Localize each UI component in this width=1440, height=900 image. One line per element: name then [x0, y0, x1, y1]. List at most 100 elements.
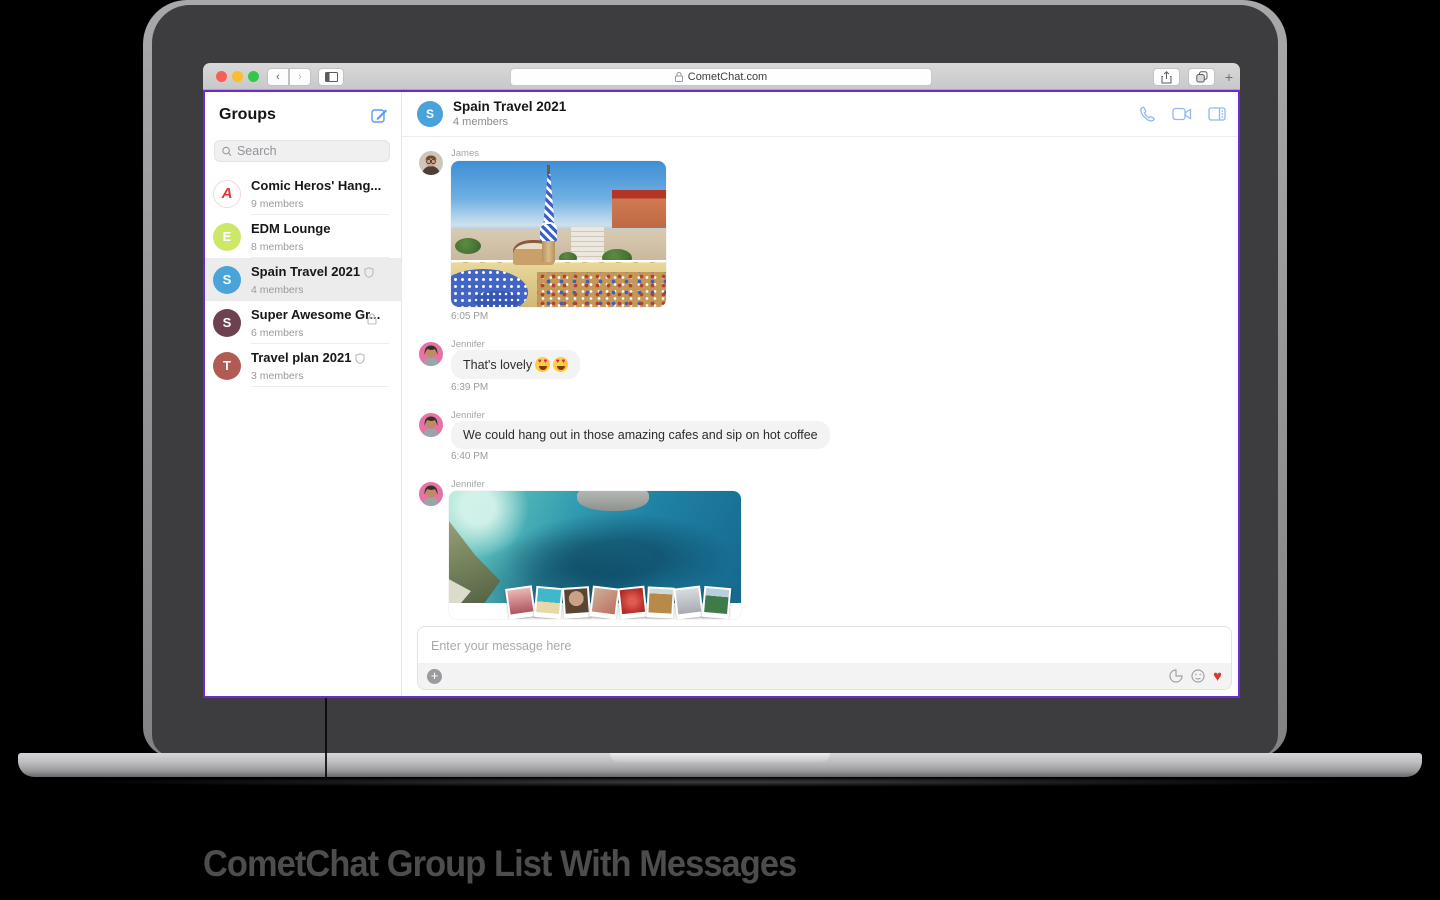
message-list: James 6:05 PM Jennifer That's lovely♥ ♥♥… [402, 137, 1238, 696]
close-window-button[interactable] [216, 71, 227, 82]
group-item-spain-travel[interactable]: S Spain Travel 2021 4 members [205, 258, 401, 301]
avatar-photo [422, 155, 440, 175]
new-tab-button[interactable]: + [1220, 68, 1238, 86]
voice-call-button[interactable] [1139, 106, 1156, 123]
chat-avatar: S [417, 101, 443, 127]
group-members: 3 members [251, 369, 304, 382]
message-input[interactable] [418, 627, 1231, 665]
create-group-button[interactable] [371, 107, 388, 124]
message-image-sea-collage[interactable] [449, 491, 741, 619]
heart-eyes-emoji [535, 357, 551, 372]
address-bar[interactable]: CometChat.com [510, 68, 932, 86]
sidebar-icon [324, 72, 338, 82]
message-composer: + [417, 626, 1232, 690]
smiley-icon [1191, 669, 1205, 683]
back-button[interactable]: ‹ [267, 68, 289, 86]
page-caption: CometChat Group List With Messages [203, 843, 797, 884]
private-lock-icon [367, 313, 377, 325]
chat-title: Spain Travel 2021 [453, 99, 567, 115]
password-shield-icon [355, 352, 366, 364]
phone-icon [1140, 106, 1155, 122]
avatar: E [213, 222, 241, 251]
polaroid-photo [646, 586, 675, 619]
groups-title: Groups [219, 106, 276, 123]
group-members: 9 members [251, 197, 304, 210]
search-icon [222, 146, 232, 156]
divider [251, 386, 389, 387]
group-item-travel-plan[interactable]: T Travel plan 2021 3 members [205, 344, 401, 387]
message-image-barcelona[interactable] [451, 161, 666, 307]
group-members: 4 members [251, 283, 304, 296]
polaroid-photo [533, 585, 564, 619]
avatar: S [213, 265, 241, 294]
avatar-photo [423, 485, 439, 506]
message-sender: Jennifer [451, 410, 485, 421]
message-bubble[interactable]: That's lovely [451, 350, 581, 379]
attach-button[interactable]: + [427, 668, 442, 684]
user-avatar-jennifer [419, 482, 443, 506]
compose-icon [371, 108, 387, 123]
group-name: Comic Heros' Hang... [251, 177, 382, 193]
avatar: T [213, 351, 241, 380]
mockup-artifact-line [325, 697, 327, 780]
group-name: Spain Travel 2021 [251, 263, 361, 279]
group-members: 8 members [251, 240, 304, 253]
sidebar-toggle-button[interactable] [318, 68, 344, 86]
polaroid-photo [504, 585, 537, 619]
video-camera-icon [1172, 107, 1192, 121]
chat-header: S Spain Travel 2021 4 members [402, 92, 1238, 137]
group-members: 6 members [251, 326, 304, 339]
tab-overview-button[interactable] [1188, 68, 1215, 86]
message-sender: Jennifer [451, 479, 485, 490]
polaroid-strip [504, 585, 732, 619]
message-sender: Jennifer [451, 339, 485, 350]
detail-panel-icon [1208, 107, 1226, 121]
message-bubble[interactable]: We could hang out in those amazing cafes… [451, 421, 830, 449]
lock-icon [674, 72, 683, 82]
message-time: 6:05 PM [451, 311, 489, 322]
browser-window: ‹ › CometChat.com + Groups Search A Comi… [203, 63, 1240, 698]
share-button[interactable] [1153, 68, 1180, 86]
polaroid-photo [673, 585, 704, 619]
like-heart-button[interactable]: ♥ [1213, 669, 1222, 684]
polaroid-photo [617, 585, 648, 619]
sticker-button[interactable] [1169, 669, 1183, 683]
video-call-button[interactable] [1172, 107, 1192, 121]
laptop-shadow [60, 777, 1380, 787]
group-name: Travel plan 2021 [251, 349, 352, 365]
user-avatar-jennifer [419, 342, 443, 366]
group-item-super-awesome[interactable]: S Super Awesome Gr... 6 members [205, 301, 401, 344]
user-avatar-james [419, 151, 443, 175]
avatar-photo [423, 416, 439, 437]
polaroid-photo [561, 586, 592, 619]
forward-button[interactable]: › [289, 68, 311, 86]
detail-panel-button[interactable] [1208, 107, 1226, 121]
group-name: Super Awesome Gr... [251, 306, 381, 322]
minimize-window-button[interactable] [232, 71, 243, 82]
password-shield-icon [364, 266, 374, 278]
group-item-comic-heros[interactable]: A Comic Heros' Hang... 9 members [205, 172, 401, 215]
polaroid-photo [589, 585, 620, 619]
heart-eyes-emoji [553, 357, 569, 372]
browser-toolbar: ‹ › CometChat.com + [203, 63, 1240, 90]
message-time: 6:40 PM [451, 451, 489, 462]
avatar: A [213, 179, 241, 208]
emoji-button[interactable] [1191, 669, 1205, 683]
search-input[interactable] [236, 144, 382, 158]
message-time: 6:39 PM [451, 382, 489, 393]
sidebar-header: Groups [205, 92, 401, 134]
groups-sidebar: Groups A Comic Heros' [205, 92, 402, 696]
search-box[interactable] [214, 140, 390, 162]
laptop-base-notch [610, 753, 830, 762]
user-avatar-jennifer [419, 413, 443, 437]
group-name: EDM Lounge [251, 220, 331, 236]
chat-pane: S Spain Travel 2021 4 members James 6:05… [402, 92, 1238, 696]
avatar: S [213, 308, 241, 337]
sticker-icon [1169, 669, 1183, 683]
composer-toolbar: + ♥ [418, 663, 1231, 689]
cometchat-app: Groups A Comic Heros' [203, 90, 1240, 698]
share-icon [1161, 70, 1172, 83]
chat-member-count: 4 members [453, 115, 509, 128]
zoom-window-button[interactable] [248, 71, 259, 82]
group-item-edm-lounge[interactable]: E EDM Lounge 8 members [205, 215, 401, 258]
